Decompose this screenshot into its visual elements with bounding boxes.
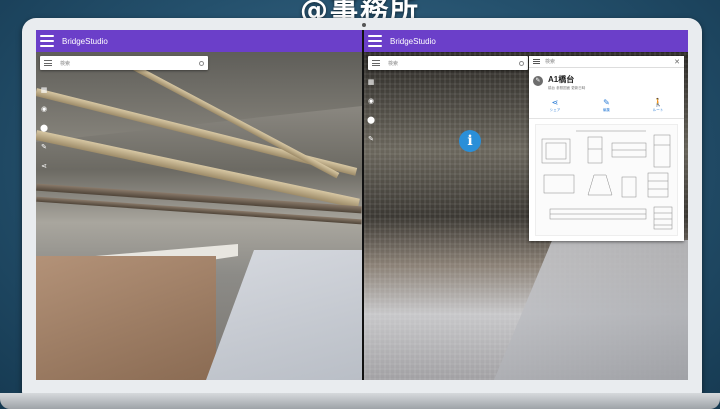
webcam	[362, 23, 366, 27]
share-button[interactable]: ⋖ シェア	[535, 98, 575, 113]
search-icon[interactable]	[199, 60, 204, 66]
edit-button[interactable]: ✎ 編集	[587, 98, 627, 113]
hamburger-menu-icon[interactable]	[40, 34, 54, 48]
panel-title: A1橋台	[548, 75, 575, 84]
eye-icon[interactable]: ◉	[367, 97, 375, 105]
app-title: BridgeStudio	[390, 36, 436, 46]
panorama-viewer[interactable]: BridgeStudio 検索 ▦ ◉ ⬤ ✎ ⋖	[36, 30, 362, 380]
design-drawing[interactable]	[535, 124, 678, 236]
route-button[interactable]: 🚶 ルート	[638, 98, 678, 113]
pointcloud-viewer[interactable]: BridgeStudio 検索 ▦ ◉ ⬤ ✎ i 検索 ✕ ✎ A1橋台 橋台…	[364, 30, 688, 380]
app-bar: BridgeStudio	[36, 30, 362, 52]
panel-search-bar[interactable]: 検索 ✕	[529, 56, 684, 68]
search-bar[interactable]: 検索	[40, 56, 208, 70]
layers-icon[interactable]: ▦	[367, 78, 375, 86]
laptop-base	[0, 393, 720, 409]
screen: BridgeStudio 検索 ▦ ◉ ⬤ ✎ ⋖ BridgeStudio 検…	[36, 30, 688, 380]
search-input[interactable]: 検索	[60, 60, 199, 67]
walk-icon: 🚶	[653, 98, 663, 107]
app-title: BridgeStudio	[62, 36, 108, 46]
hamburger-menu-icon[interactable]	[368, 34, 382, 48]
search-icon[interactable]	[519, 60, 524, 66]
pencil-icon[interactable]: ✎	[40, 143, 48, 151]
close-icon[interactable]: ✕	[674, 58, 680, 66]
edit-icon: ✎	[603, 98, 610, 107]
panel-title-row: ✎ A1橋台 橋台 参照図面 更新日時	[533, 74, 585, 91]
pencil-icon[interactable]: ✎	[367, 135, 375, 143]
eye-icon[interactable]: ◉	[40, 105, 48, 113]
tool-column: ▦ ◉ ⬤ ✎ ⋖	[40, 86, 48, 170]
panel-subtitle: 橋台 参照図面 更新日時	[548, 86, 586, 90]
detail-panel: 検索 ✕ ✎ A1橋台 橋台 参照図面 更新日時 ⋖ シェア ✎ 編集 🚶 ルー…	[529, 56, 684, 241]
route-label: ルート	[652, 108, 664, 112]
pin-icon[interactable]: ⬤	[367, 116, 375, 124]
search-menu-icon[interactable]	[372, 60, 380, 66]
scene-walkway	[206, 250, 362, 380]
share-icon[interactable]: ⋖	[40, 162, 48, 170]
search-input[interactable]: 検索	[388, 60, 519, 67]
info-marker-icon[interactable]: i	[459, 130, 481, 152]
scene-floor	[36, 256, 216, 380]
app-bar: BridgeStudio	[364, 30, 688, 52]
panel-search-input[interactable]: 検索	[545, 58, 674, 65]
search-bar[interactable]: 検索	[368, 56, 528, 70]
pencil-avatar-icon: ✎	[533, 76, 543, 86]
pin-icon[interactable]: ⬤	[40, 124, 48, 132]
divider	[529, 118, 684, 119]
share-icon: ⋖	[551, 98, 559, 107]
share-label: シェア	[549, 108, 561, 112]
layers-icon[interactable]: ▦	[40, 86, 48, 94]
tool-column: ▦ ◉ ⬤ ✎	[367, 78, 375, 143]
drawing-svg	[541, 130, 673, 230]
panel-actions: ⋖ シェア ✎ 編集 🚶 ルート	[535, 98, 678, 113]
edit-label: 編集	[603, 108, 610, 112]
panel-menu-icon[interactable]	[533, 59, 540, 64]
search-menu-icon[interactable]	[44, 60, 52, 66]
